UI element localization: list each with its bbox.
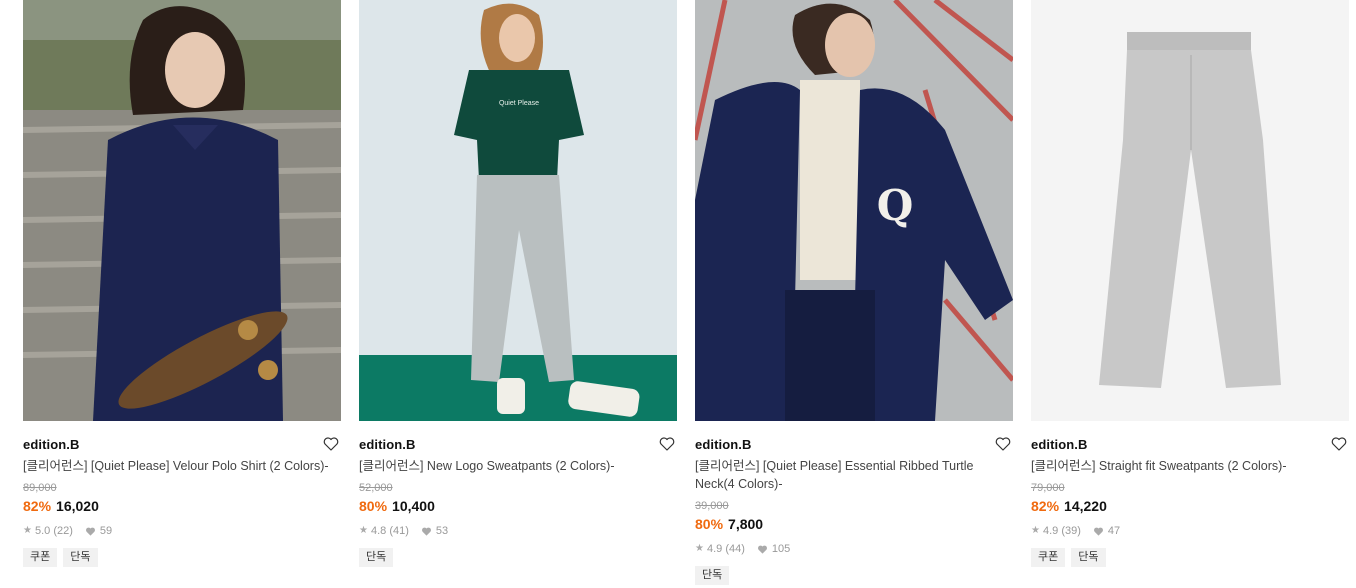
product-image[interactable]: Q	[695, 0, 1013, 421]
brand-name[interactable]: edition.B	[23, 437, 80, 452]
heart-filled-icon	[757, 545, 767, 554]
discount-rate: 82%	[1031, 498, 1060, 514]
product-image[interactable]	[1031, 0, 1349, 421]
sale-price: 14,220	[1064, 498, 1107, 514]
exclusive-tag: 단독	[359, 548, 394, 567]
product-meta: ★ 4.9 (44) 105	[695, 542, 1013, 556]
product-image[interactable]	[23, 0, 341, 421]
wishlist-heart-icon[interactable]	[322, 435, 340, 453]
logo-text: Q	[877, 181, 914, 230]
logo-text: Quiet Please	[499, 100, 539, 107]
product-card[interactable]: Quiet Please edition.B [클리어런스] New Logo …	[359, 0, 677, 585]
original-price: 79,000	[1031, 482, 1065, 494]
product-grid: edition.B [클리어런스] [Quiet Please] Velour …	[23, 0, 1349, 585]
original-price: 39,000	[695, 500, 729, 512]
coupon-tag: 쿠폰	[1031, 548, 1066, 567]
rating-value: 4.9	[706, 543, 723, 555]
original-price: 52,000	[359, 482, 393, 494]
like-count: 105	[771, 543, 791, 555]
star-icon: ★	[359, 525, 368, 536]
discount-rate: 82%	[23, 498, 52, 514]
exclusive-tag: 단독	[63, 548, 98, 567]
review-count: (39)	[1061, 525, 1081, 537]
product-title[interactable]: [클리어런스] [Quiet Please] Essential Ribbed …	[695, 457, 1013, 493]
coupon-tag: 쿠폰	[23, 548, 58, 567]
star-icon: ★	[695, 543, 704, 554]
review-count: (44)	[725, 543, 745, 555]
like-count: 53	[435, 525, 449, 537]
star-icon: ★	[1031, 525, 1040, 536]
exclusive-tag: 단독	[695, 566, 730, 585]
product-card[interactable]: edition.B [클리어런스] [Quiet Please] Velour …	[23, 0, 341, 585]
original-price: 89,000	[23, 482, 57, 494]
product-title[interactable]: [클리어런스] [Quiet Please] Velour Polo Shirt…	[23, 457, 341, 475]
wishlist-heart-icon[interactable]	[658, 435, 676, 453]
like-count: 59	[99, 525, 113, 537]
sale-price: 10,400	[392, 498, 435, 514]
product-meta: ★ 4.8 (41) 53	[359, 524, 677, 538]
product-image[interactable]: Quiet Please	[359, 0, 677, 421]
product-meta: ★ 5.0 (22) 59	[23, 524, 341, 538]
wishlist-heart-icon[interactable]	[994, 435, 1012, 453]
rating-value: 5.0	[34, 525, 51, 537]
wishlist-heart-icon[interactable]	[1330, 435, 1348, 453]
review-count: (41)	[389, 525, 409, 537]
brand-name[interactable]: edition.B	[695, 437, 752, 452]
product-card[interactable]: edition.B [클리어런스] Straight fit Sweatpant…	[1031, 0, 1349, 585]
product-meta: ★ 4.9 (39) 47	[1031, 524, 1349, 538]
brand-name[interactable]: edition.B	[1031, 437, 1088, 452]
brand-name[interactable]: edition.B	[359, 437, 416, 452]
heart-filled-icon	[85, 527, 95, 536]
like-count: 47	[1107, 525, 1121, 537]
sale-price: 7,800	[728, 516, 764, 532]
sale-price: 16,020	[56, 498, 99, 514]
rating-value: 4.8	[370, 525, 387, 537]
heart-filled-icon	[1093, 527, 1103, 536]
star-icon: ★	[23, 525, 32, 536]
product-title[interactable]: [클리어런스] New Logo Sweatpants (2 Colors)-	[359, 457, 677, 475]
discount-rate: 80%	[359, 498, 388, 514]
product-card[interactable]: Q edition.B [클리어런스] [Quiet Please] Essen…	[695, 0, 1013, 585]
exclusive-tag: 단독	[1071, 548, 1106, 567]
product-title[interactable]: [클리어런스] Straight fit Sweatpants (2 Color…	[1031, 457, 1349, 475]
rating-value: 4.9	[1042, 525, 1059, 537]
discount-rate: 80%	[695, 516, 724, 532]
review-count: (22)	[53, 525, 73, 537]
heart-filled-icon	[421, 527, 431, 536]
